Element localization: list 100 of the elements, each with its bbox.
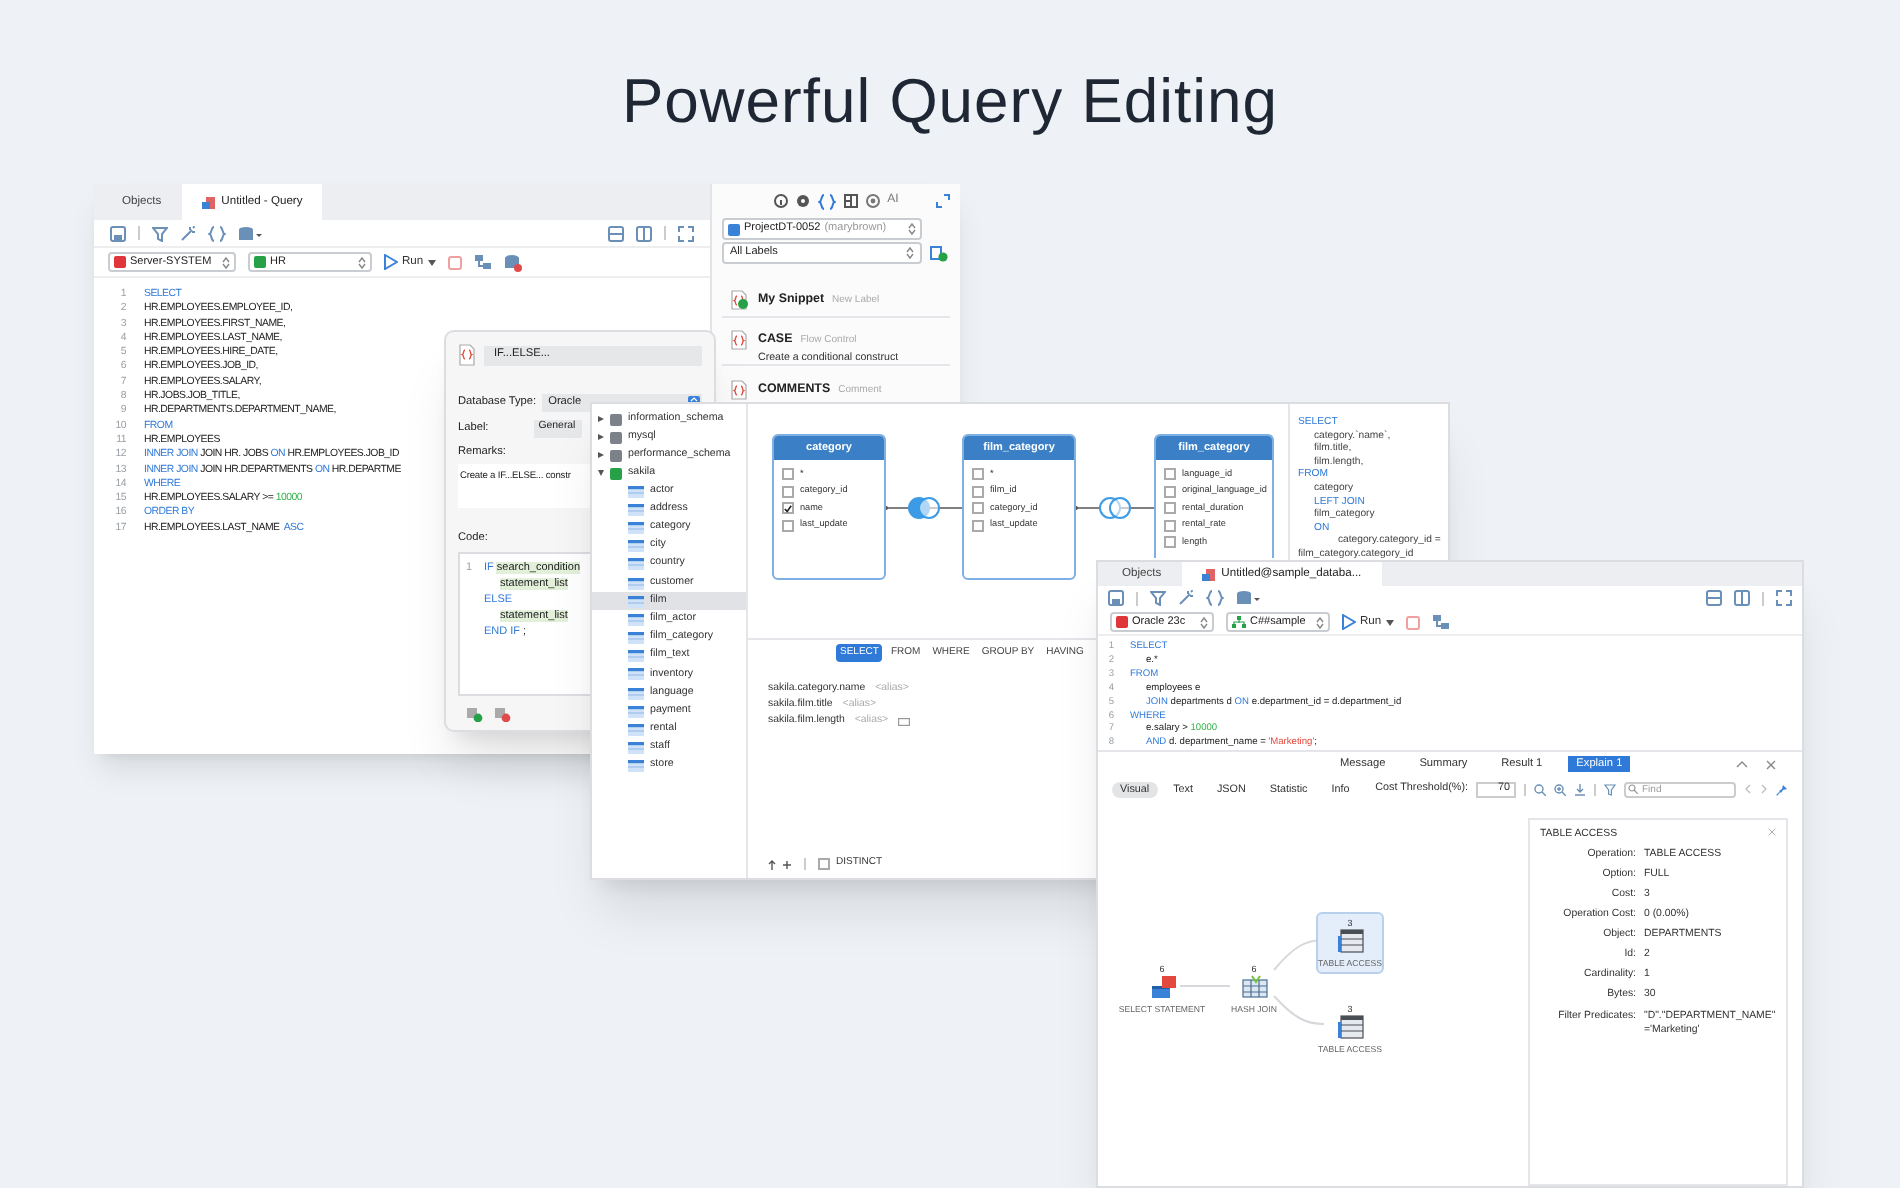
move-up-icon[interactable] — [768, 859, 776, 869]
play-icon[interactable] — [1342, 614, 1356, 630]
split-horizontal-icon[interactable] — [608, 225, 624, 241]
collapse-icon[interactable] — [1736, 760, 1748, 768]
checkbox[interactable] — [818, 858, 830, 870]
stepper-icon — [908, 222, 916, 236]
checkbox[interactable] — [1164, 485, 1176, 498]
stop-icon[interactable] — [1405, 615, 1420, 629]
previous-icon[interactable] — [1744, 784, 1752, 794]
filter-icon[interactable] — [1604, 783, 1616, 795]
checkbox[interactable] — [782, 502, 794, 515]
close-icon[interactable] — [1768, 828, 1776, 836]
table-icon — [1337, 928, 1363, 954]
caret-icon — [598, 470, 604, 476]
table-icon — [628, 540, 644, 553]
diagram-icon[interactable] — [473, 254, 492, 270]
checkbox[interactable] — [972, 502, 984, 515]
magic-wand-icon[interactable] — [1178, 590, 1194, 606]
caret-icon — [427, 259, 436, 265]
settings-icon[interactable] — [865, 194, 880, 208]
connector-line — [1179, 985, 1231, 987]
checkbox[interactable] — [1164, 536, 1176, 549]
server-icon — [1116, 616, 1128, 628]
table-icon — [628, 577, 644, 590]
query-file-icon — [201, 195, 216, 209]
save-icon[interactable] — [110, 225, 126, 241]
table-icon — [628, 760, 644, 773]
braces-icon[interactable] — [208, 225, 226, 241]
table-icon — [628, 521, 644, 534]
braces-icon[interactable] — [817, 193, 836, 209]
download-icon[interactable] — [1574, 783, 1586, 795]
play-icon[interactable] — [384, 254, 398, 270]
add-icon[interactable] — [782, 859, 792, 869]
split-vertical-icon[interactable] — [1734, 590, 1750, 606]
braces-icon[interactable] — [1206, 590, 1224, 606]
table-icon — [628, 687, 644, 700]
info-icon[interactable] — [773, 194, 788, 208]
checkbox[interactable] — [1164, 502, 1176, 515]
split-vertical-icon[interactable] — [636, 225, 652, 241]
checkbox[interactable] — [972, 485, 984, 498]
diagram-icon[interactable] — [1431, 614, 1450, 630]
stepper-icon — [1316, 615, 1324, 629]
headline: Powerful Query Editing — [619, 64, 1281, 140]
join-connector[interactable] — [884, 497, 963, 519]
join-connector[interactable] — [1074, 497, 1155, 519]
table-icon — [628, 503, 644, 516]
stop-icon[interactable] — [447, 255, 462, 269]
checkbox[interactable] — [782, 485, 794, 498]
stepper-icon — [222, 255, 230, 269]
caret-icon — [1385, 619, 1394, 625]
filter-icon[interactable] — [1150, 590, 1166, 606]
server-icon — [114, 256, 126, 268]
statement-icon — [1149, 974, 1175, 1000]
project-icon — [728, 223, 740, 235]
split-horizontal-icon[interactable] — [1706, 590, 1722, 606]
table-icon — [1337, 1014, 1363, 1040]
expand-icon[interactable] — [1776, 590, 1792, 606]
stepper-icon — [358, 255, 366, 269]
close-icon[interactable] — [1766, 759, 1776, 769]
join-icon — [1241, 974, 1267, 1000]
table-icon — [628, 558, 644, 571]
caret-icon — [598, 434, 604, 440]
table-icon — [628, 632, 644, 645]
delete-snippet-icon[interactable] — [494, 705, 512, 722]
checkbox[interactable] — [972, 468, 984, 481]
expand-icon[interactable] — [936, 194, 950, 208]
add-label-icon[interactable] — [930, 245, 948, 261]
caret-icon — [598, 416, 604, 422]
checkbox[interactable] — [782, 468, 794, 481]
expand-icon[interactable] — [678, 225, 694, 241]
filter-icon[interactable] — [152, 225, 168, 241]
database-error-icon[interactable] — [503, 253, 522, 271]
zoom-out-icon[interactable] — [1534, 783, 1546, 795]
database-menu-icon[interactable] — [1236, 590, 1260, 606]
magic-wand-icon[interactable] — [180, 225, 196, 241]
snippet-icon — [730, 330, 748, 350]
table-icon — [628, 650, 644, 663]
query-file-icon — [1201, 567, 1216, 581]
stepper-icon — [906, 246, 914, 260]
table-icon — [628, 485, 644, 498]
table-icon — [628, 613, 644, 626]
connector-line — [1273, 995, 1325, 1025]
gear-icon[interactable] — [795, 194, 810, 208]
next-icon[interactable] — [1760, 784, 1768, 794]
schema-icon — [1232, 616, 1246, 628]
database-menu-icon[interactable] — [238, 225, 262, 241]
snippet-icon — [458, 344, 476, 366]
pin-icon[interactable] — [1776, 783, 1788, 795]
add-snippet-icon[interactable] — [466, 705, 484, 722]
table-icon — [628, 668, 644, 681]
checkbox[interactable] — [1164, 468, 1176, 481]
checkbox[interactable] — [972, 519, 984, 532]
caret-icon — [598, 452, 604, 458]
checkbox[interactable] — [1164, 519, 1176, 532]
stepper-icon — [1200, 615, 1208, 629]
schema-icon — [254, 256, 266, 268]
checkbox[interactable] — [782, 519, 794, 532]
save-icon[interactable] — [1108, 590, 1124, 606]
zoom-in-icon[interactable] — [1554, 783, 1566, 795]
edit-icon[interactable] — [898, 718, 911, 726]
